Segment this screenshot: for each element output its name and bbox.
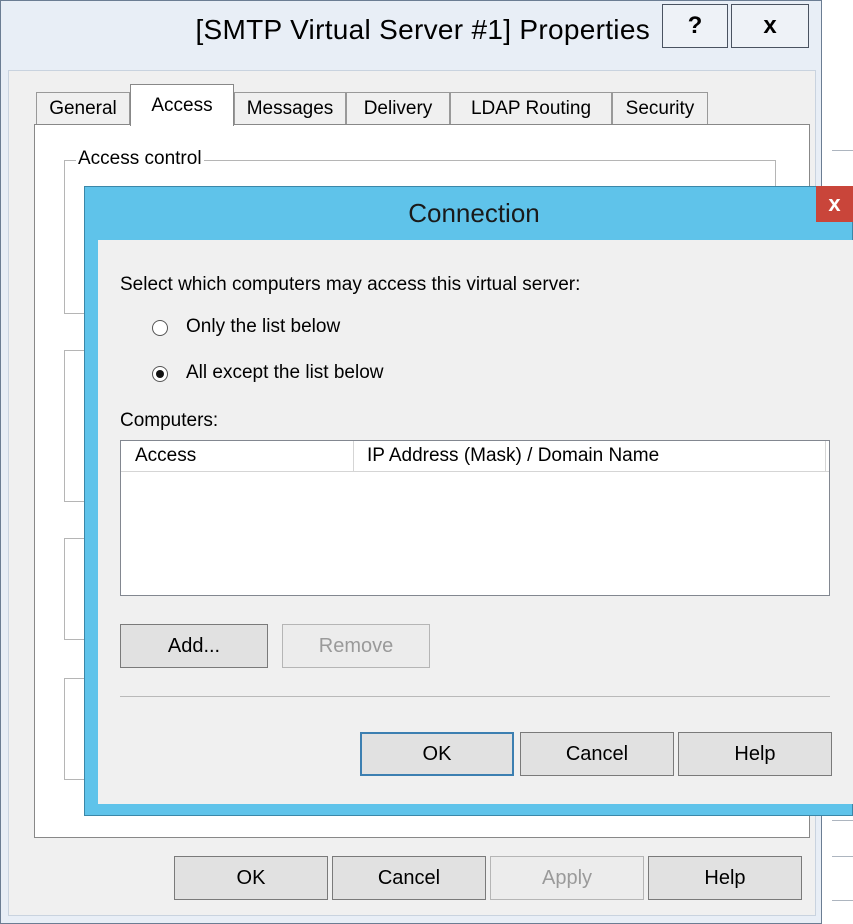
tab-access[interactable]: Access	[130, 84, 234, 126]
column-header-ip-address[interactable]: IP Address (Mask) / Domain Name	[367, 441, 659, 471]
radio-only-list-below-label: Only the list below	[186, 316, 341, 337]
remove-button[interactable]: Remove	[282, 624, 430, 668]
dialog-divider	[120, 696, 830, 697]
radio-all-except-list-below[interactable]: All except the list below	[150, 362, 470, 388]
help-caption-button[interactable]: ?	[662, 4, 728, 48]
radio-button[interactable]	[152, 320, 168, 336]
column-separator[interactable]	[353, 441, 354, 471]
tab-security[interactable]: Security	[612, 92, 708, 124]
radio-button-checked[interactable]	[152, 366, 168, 382]
access-control-group-label: Access control	[76, 148, 204, 170]
column-separator[interactable]	[825, 441, 826, 471]
connection-dialog-title: Connection	[408, 198, 540, 228]
window-title: [SMTP Virtual Server #1] Properties	[195, 14, 650, 45]
list-header: Access IP Address (Mask) / Domain Name	[121, 441, 829, 472]
radio-all-except-list-below-label: All except the list below	[186, 362, 384, 383]
radio-only-list-below[interactable]: Only the list below	[150, 316, 450, 342]
dialog-ok-button[interactable]: OK	[360, 732, 514, 776]
dialog-close-button[interactable]: x	[816, 186, 853, 222]
outer-apply-button[interactable]: Apply	[490, 856, 644, 900]
outer-help-button[interactable]: Help	[648, 856, 802, 900]
computers-list[interactable]: Access IP Address (Mask) / Domain Name	[120, 440, 830, 596]
access-prompt-label: Select which computers may access this v…	[120, 274, 581, 295]
tab-delivery[interactable]: Delivery	[346, 92, 450, 124]
computers-label: Computers:	[120, 410, 219, 431]
tab-messages[interactable]: Messages	[234, 92, 346, 124]
close-caption-button[interactable]: x	[731, 4, 809, 48]
column-header-access[interactable]: Access	[135, 441, 196, 471]
tab-ldap-routing[interactable]: LDAP Routing	[450, 92, 612, 124]
outer-cancel-button[interactable]: Cancel	[332, 856, 486, 900]
add-button[interactable]: Add...	[120, 624, 268, 668]
dialog-cancel-button[interactable]: Cancel	[520, 732, 674, 776]
dialog-help-button[interactable]: Help	[678, 732, 832, 776]
outer-ok-button[interactable]: OK	[174, 856, 328, 900]
tab-general[interactable]: General	[36, 92, 130, 124]
